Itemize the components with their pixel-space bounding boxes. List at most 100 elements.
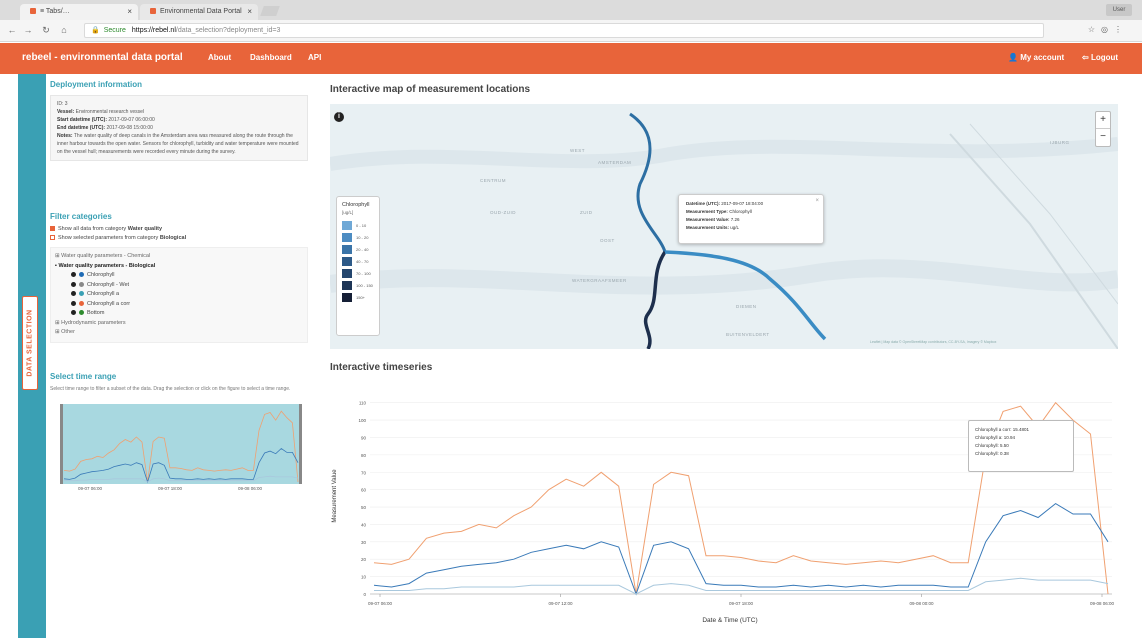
y-tick-label: 70 xyxy=(361,470,367,475)
popup-key: Measurement Units: xyxy=(686,225,730,230)
checkbox-icon[interactable] xyxy=(71,272,76,278)
map-place-label: WATERGRAAFSMEER xyxy=(572,278,627,283)
y-axis-label: Measurement Value xyxy=(332,469,338,523)
extension-icon[interactable]: ◎ xyxy=(1101,25,1114,34)
map-place-label: DIEMEN xyxy=(736,304,757,309)
legend-swatch xyxy=(342,268,352,278)
tree-item-biological[interactable]: ▪ Water quality parameters - Biological xyxy=(55,262,303,272)
timeseries-tooltip: Chlorophyll a corr: 15.4801 Chlorophyll … xyxy=(968,420,1074,472)
reload-icon[interactable]: ↻ xyxy=(40,24,52,36)
logout-label: Logout xyxy=(1090,53,1119,62)
data-selection-label: DATA SELECTION xyxy=(26,309,34,377)
close-popup-icon[interactable]: × xyxy=(815,197,819,205)
forward-icon[interactable]: → xyxy=(22,24,34,36)
y-tick-label: 90 xyxy=(361,435,367,440)
filter-option-selected[interactable]: Show selected parameters from category B… xyxy=(50,234,308,243)
browser-tab-1[interactable]: ≡ Tabs/… × xyxy=(20,4,138,20)
checkbox-icon[interactable] xyxy=(71,300,76,306)
filter-option-all[interactable]: Show all data from category Water qualit… xyxy=(50,225,308,234)
sidebar: Deployment information ID: 3 Vessel: Env… xyxy=(50,80,312,491)
route-segment-south[interactable] xyxy=(643,251,667,349)
tree-item-label: Bottom xyxy=(87,310,105,316)
url-input[interactable]: 🔒 Secure https://rebel.nl/data_selection?d… xyxy=(84,23,1044,38)
tree-item-param[interactable]: Bottom xyxy=(55,309,303,319)
parameter-tree: ⊞ Water quality parameters - Chemical ▪ … xyxy=(50,247,308,343)
tree-item-param[interactable]: Chlorophyll a corr xyxy=(55,300,303,310)
app-navbar: rebeel - environmental data portal About… xyxy=(0,43,1142,74)
y-tick-label: 20 xyxy=(361,557,367,562)
tree-item-label: Other xyxy=(61,329,75,335)
x-tick-label: 09-08 00:00 xyxy=(909,601,934,606)
map-place-label: BUITENVELDERT xyxy=(726,332,770,337)
route-segment-east[interactable] xyxy=(664,250,827,341)
secure-label: Secure xyxy=(103,27,126,34)
checkbox-icon[interactable] xyxy=(71,281,76,287)
x-tick-label: 09-07 06:00 xyxy=(368,601,393,606)
mini-tick-label: 09-08 06:00 xyxy=(238,486,263,491)
brush-handle-left[interactable] xyxy=(60,404,63,484)
checkbox-icon[interactable] xyxy=(71,310,76,316)
star-icon[interactable]: ☆ xyxy=(1088,25,1101,34)
tree-item-param[interactable]: Chlorophyll a xyxy=(55,290,303,300)
start-value: 2017-09-07 06:00:00 xyxy=(108,117,155,123)
popup-line: Datetime (UTC): 2017-09-07 18:04:00 xyxy=(686,200,816,208)
legend-label: 10 - 20 xyxy=(356,234,369,240)
popup-value: Chlorophyll xyxy=(729,209,752,214)
legend-items: 0 - 10 10 - 20 20 - 40 40 - 70 70 - 100 100 -… xyxy=(342,219,374,303)
tree-item-label: Chlorophyll a corr xyxy=(87,300,131,307)
map-info-icon[interactable]: i xyxy=(334,112,344,122)
new-tab-button[interactable] xyxy=(260,6,280,16)
y-tick-label: 60 xyxy=(361,488,367,493)
legend-item: 150+ xyxy=(342,291,374,303)
popup-value: 2017-09-07 18:04:00 xyxy=(721,201,764,206)
browser-tab-2[interactable]: Environmental Data Portal × xyxy=(140,4,258,20)
legend-swatch xyxy=(342,244,352,254)
zoom-control: + − xyxy=(1095,111,1111,147)
series-color-icon xyxy=(79,300,84,306)
tree-item-hydro[interactable]: ⊞ Hydrodynamic parameters xyxy=(55,319,303,329)
end-key: End datetime (UTC): xyxy=(57,125,106,131)
logout-icon: ⇦ xyxy=(1082,53,1091,62)
legend-item: 100 - 150 xyxy=(342,279,374,291)
nav-about[interactable]: About xyxy=(208,53,231,62)
profile-button[interactable]: User xyxy=(1106,4,1132,16)
checkbox-icon[interactable] xyxy=(71,291,76,297)
legend-label: 100 - 150 xyxy=(356,282,373,288)
checkbox-icon[interactable] xyxy=(50,235,55,241)
legend-item: 40 - 70 xyxy=(342,255,374,267)
tab-label: ≡ Tabs/… xyxy=(40,8,70,15)
y-tick-label: 40 xyxy=(361,522,367,527)
popup-value: ug/L xyxy=(730,225,740,230)
logout-link[interactable]: ⇦ Logout xyxy=(1082,53,1118,62)
brush-handle-right[interactable] xyxy=(299,404,302,484)
data-selection-toggle[interactable]: DATA SELECTION xyxy=(22,296,38,390)
zoom-in-button[interactable]: + xyxy=(1096,112,1110,128)
legend-item: 10 - 20 xyxy=(342,231,374,243)
nav-dashboard[interactable]: Dashboard xyxy=(250,53,292,62)
series-line-2[interactable] xyxy=(374,577,1109,595)
my-account-link[interactable]: 👤 My account xyxy=(1008,53,1064,62)
map-place-label: AMSTERDAM xyxy=(598,160,632,165)
tree-item-param[interactable]: Chlorophyll - Wet xyxy=(55,281,303,291)
close-tab-icon[interactable]: × xyxy=(247,4,252,20)
tree-item-other[interactable]: ⊞ Other xyxy=(55,328,303,338)
route-segment-north[interactable] xyxy=(629,112,667,253)
brush-selection[interactable] xyxy=(60,404,302,484)
close-tab-icon[interactable]: × xyxy=(127,4,132,20)
filter-section: Filter categories Show all data from cat… xyxy=(50,212,308,343)
brand-link[interactable]: rebeel - environmental data portal xyxy=(22,52,183,63)
map-place-label: WEST xyxy=(570,148,585,153)
url-host: https://rebel.nl xyxy=(131,27,176,34)
checkbox-icon[interactable] xyxy=(50,226,55,232)
zoom-out-button[interactable]: − xyxy=(1096,128,1110,145)
filter-option-label: Show selected parameters from category xyxy=(58,235,159,241)
back-icon[interactable]: ← xyxy=(6,24,18,36)
time-range-brush[interactable]: 09-07 06:00 09-07 18:00 09-08 06:00 xyxy=(60,404,302,492)
tree-item-param[interactable]: Chlorophyll xyxy=(55,271,303,281)
series-color-icon xyxy=(79,281,84,287)
menu-icon[interactable]: ⋮ xyxy=(1114,25,1128,34)
nav-api[interactable]: API xyxy=(308,53,321,62)
tree-item-chemical[interactable]: ⊞ Water quality parameters - Chemical xyxy=(55,252,303,262)
map-place-label: ZUID xyxy=(580,210,593,215)
home-icon[interactable]: ⌂ xyxy=(58,24,70,36)
